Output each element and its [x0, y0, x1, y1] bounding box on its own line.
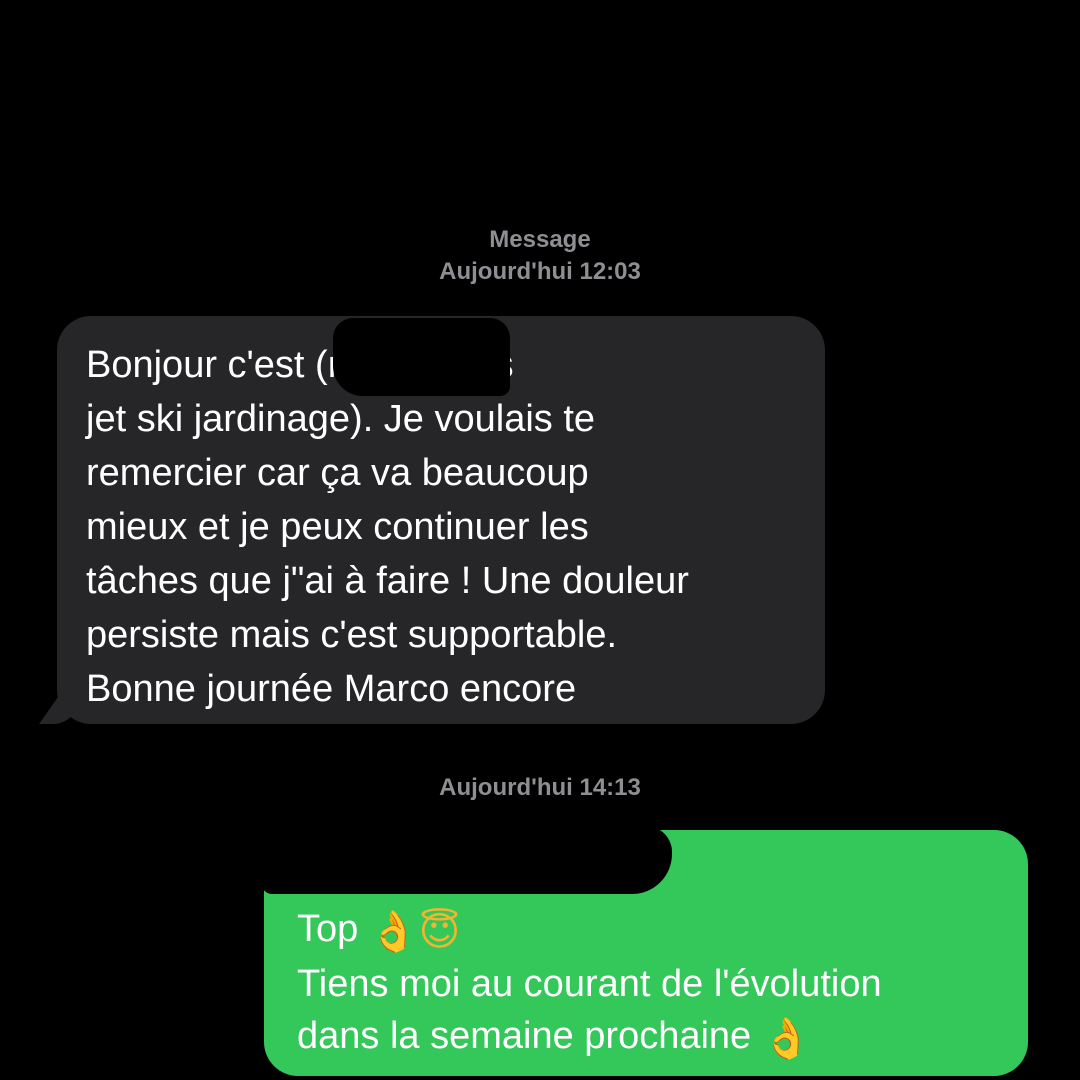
outgoing-message-text: Top 👌😇 Tiens moi au courant de l'évoluti… — [297, 903, 1008, 1065]
message-line: tâches que j"ai à faire ! Une douleur — [86, 560, 689, 602]
message-line: persiste mais c'est supportable. — [86, 614, 618, 656]
message-line: mieux et je peux continuer les — [86, 506, 589, 548]
redaction-mark — [262, 826, 672, 894]
message-line: Top 👌😇 — [297, 903, 1008, 958]
message-line: jet ski jardinage). Je voulais te — [86, 398, 596, 440]
timestamp-1203: Aujourd'hui 12:03 — [439, 258, 641, 285]
incoming-bubble-tail — [39, 690, 79, 724]
message-line-text: Top — [297, 908, 369, 950]
message-line: Tiens moi au courant de l'évolution — [297, 963, 882, 1005]
smiling-face-with-halo-emoji-icon: 😇 — [418, 909, 461, 955]
message-line: Bonne journée Marco encore — [86, 668, 577, 710]
timestamp-1413: Aujourd'hui 14:13 — [439, 774, 641, 801]
redaction-mark — [333, 318, 510, 396]
message-line-text: dans la semaine prochaine — [297, 1015, 762, 1057]
message-line: remercier car ça va beaucoup — [86, 452, 589, 494]
message-line: dans la semaine prochaine 👌 — [297, 1010, 1008, 1065]
service-label: Message — [489, 226, 591, 253]
ok-hand-emoji-icon: 👌 — [761, 1016, 812, 1062]
conversation-header: Message Aujourd'hui 12:03 — [0, 224, 1080, 288]
ok-hand-emoji-icon: 👌 — [368, 909, 419, 955]
